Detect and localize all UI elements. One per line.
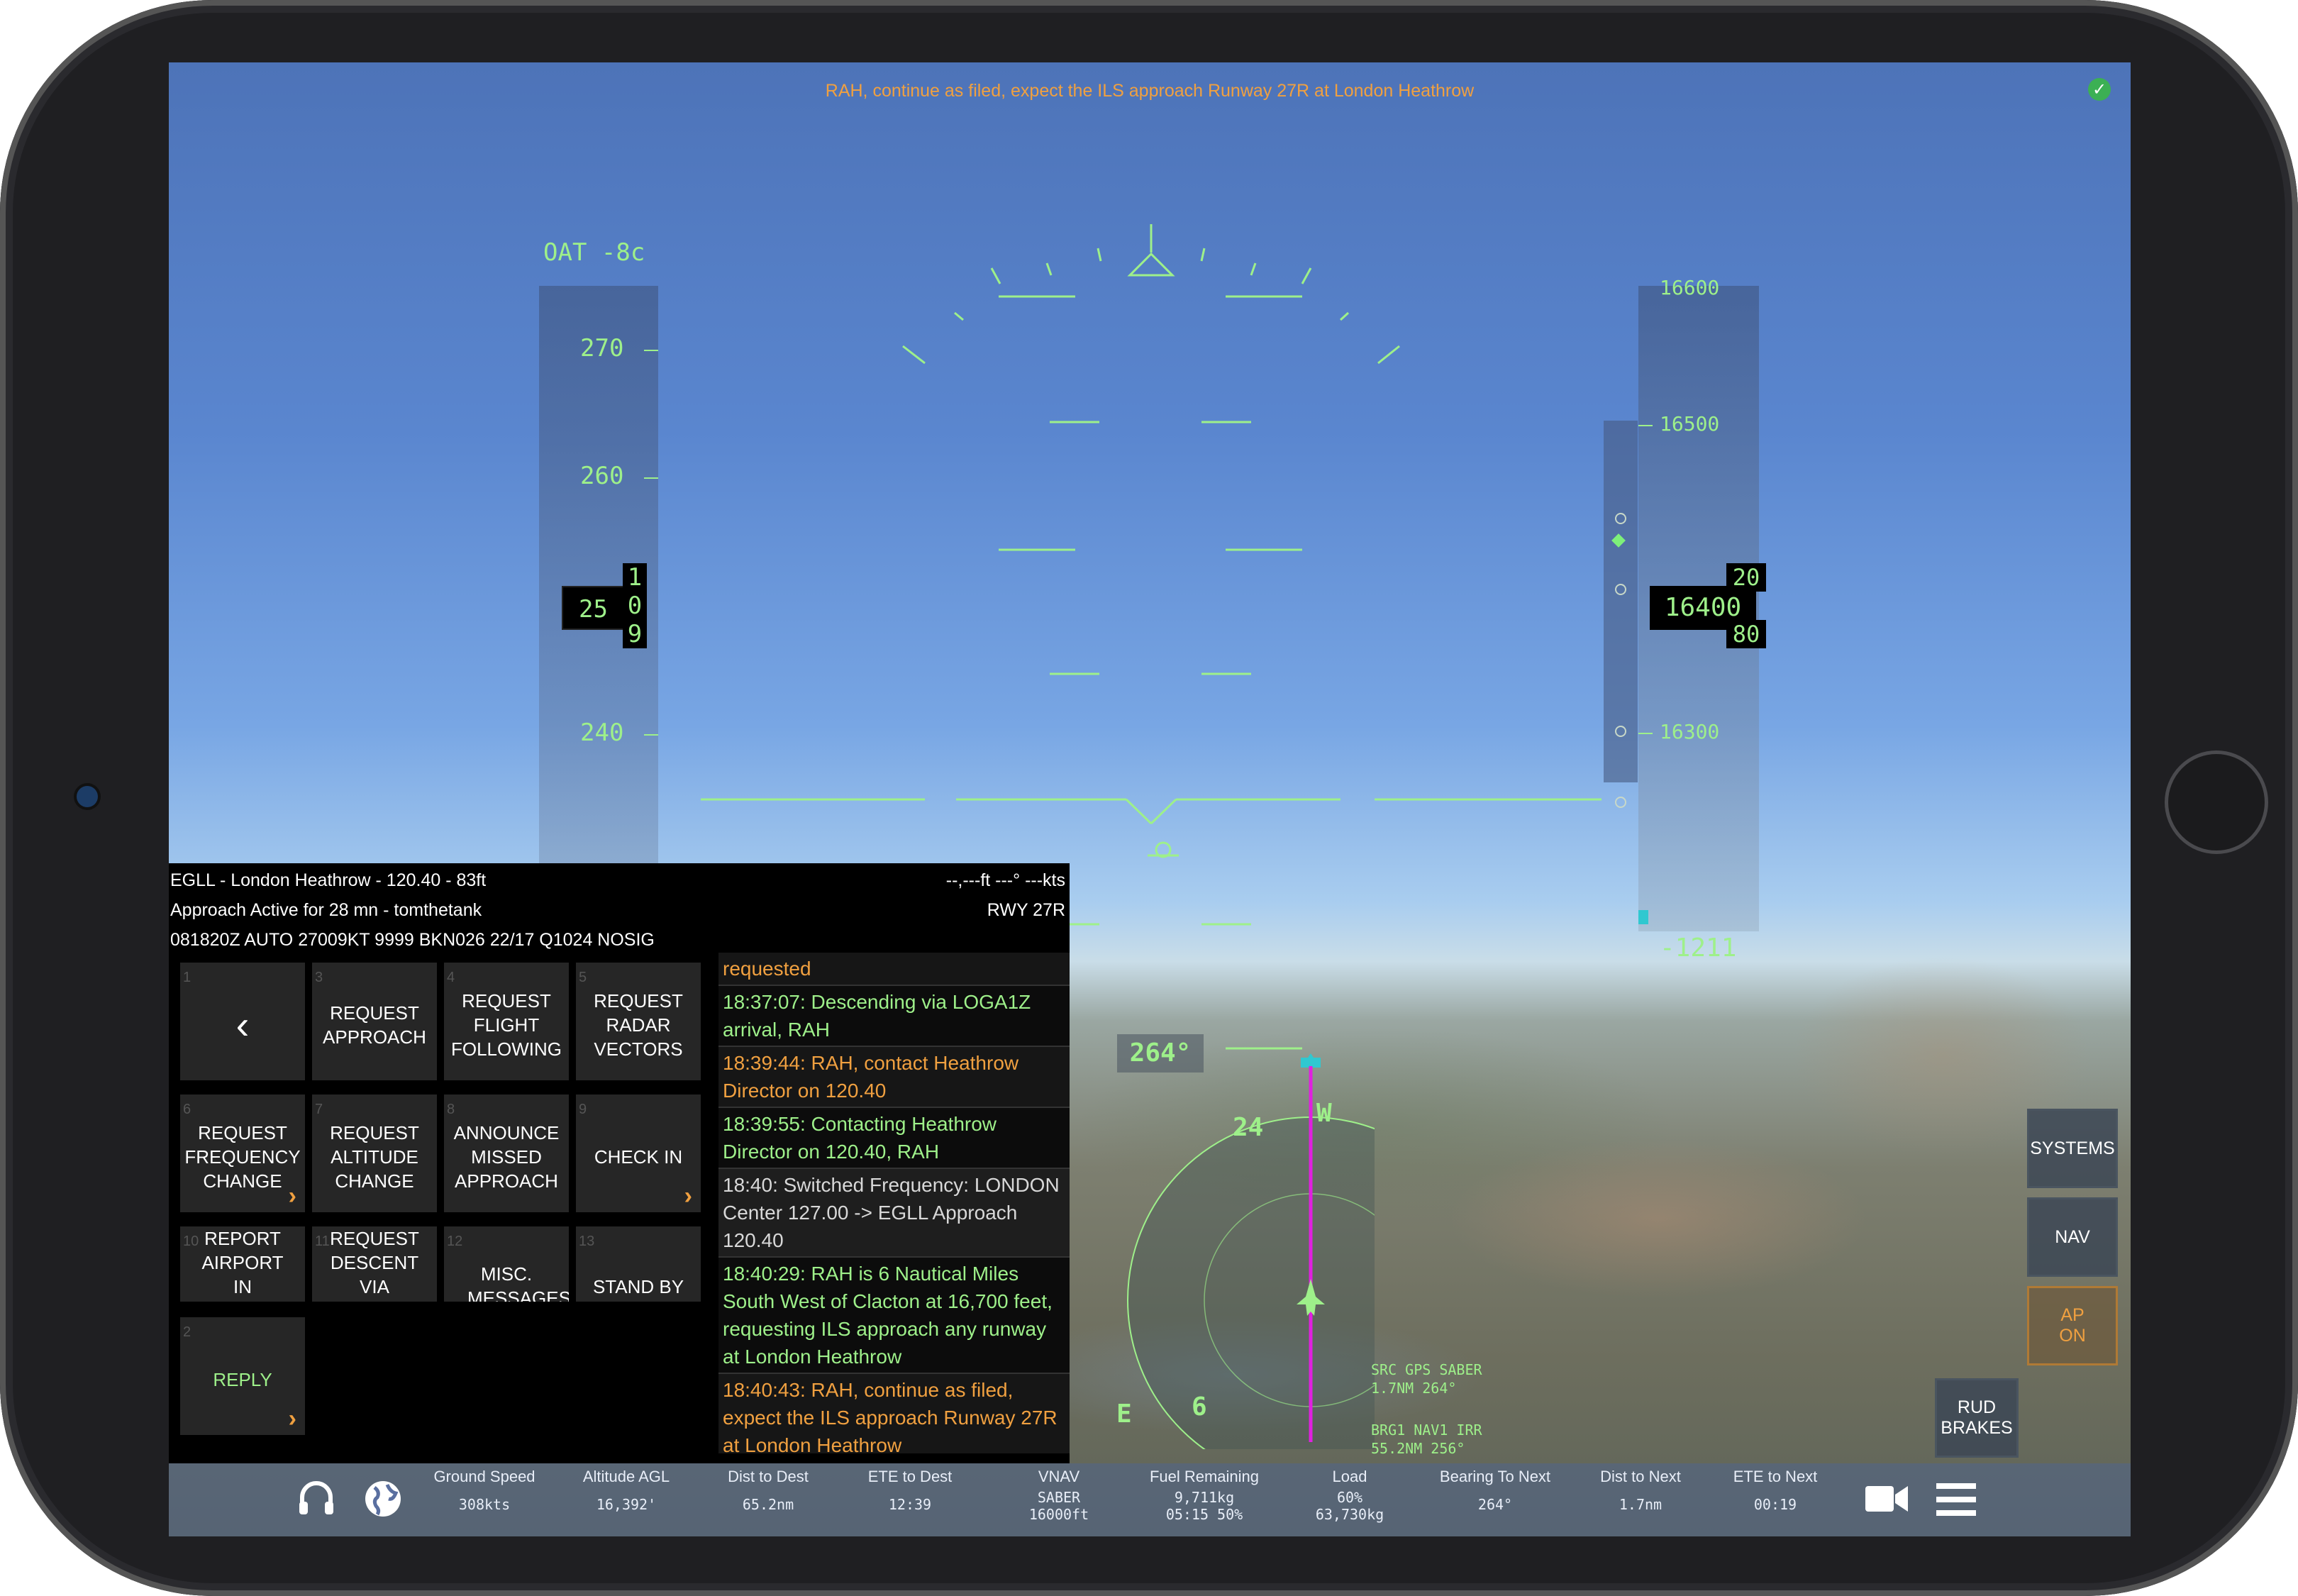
front-camera bbox=[77, 786, 98, 807]
atc-metar: 081820Z AUTO 27009KT 9999 BKN026 22/17 Q… bbox=[170, 930, 655, 950]
speed-label: 240 bbox=[580, 719, 624, 747]
camera-icon[interactable] bbox=[1864, 1482, 1909, 1516]
svg-text:24: 24 bbox=[1233, 1113, 1263, 1142]
altitude-label: 16500 bbox=[1660, 412, 1720, 436]
vertical-speed-readout: -1211 bbox=[1660, 933, 1737, 963]
reply-button[interactable]: 2 REPLY › bbox=[180, 1317, 305, 1435]
systems-button[interactable]: SYSTEMS bbox=[2027, 1109, 2118, 1188]
log-entry: 18:40:43: RAH, continue as filed, expect… bbox=[718, 1374, 1070, 1453]
atc-readout: --,---ft ---° ---kts bbox=[945, 870, 1065, 890]
vnav-stat: VNAV SABER 16000ft bbox=[1028, 1468, 1089, 1523]
fuel-remaining-stat: Fuel Remaining 9,711kg 05:15 50% bbox=[1149, 1468, 1260, 1523]
request-radar-vectors-button[interactable]: 5 REQUEST RADAR VECTORS bbox=[576, 963, 701, 1080]
atc-message-log[interactable]: requested 18:37:07: Descending via LOGA1… bbox=[718, 953, 1070, 1453]
altitude-roller: 20 80 bbox=[1726, 563, 1766, 648]
log-entry: 18:37:07: Descending via LOGA1Z arrival,… bbox=[718, 986, 1070, 1047]
log-entry: 18:39:44: RAH, contact Heathrow Director… bbox=[718, 1047, 1070, 1108]
headset-icon[interactable] bbox=[295, 1478, 338, 1520]
globe-icon[interactable] bbox=[362, 1478, 404, 1520]
announce-missed-approach-button[interactable]: 8 ANNOUNCE MISSED APPROACH bbox=[444, 1095, 569, 1212]
request-altitude-change-button[interactable]: 7 REQUEST ALTITUDE CHANGE bbox=[312, 1095, 437, 1212]
compass-label: 6 bbox=[1192, 1392, 1207, 1422]
compass-label: E bbox=[1116, 1400, 1132, 1429]
altitude-bug bbox=[1638, 910, 1648, 924]
request-approach-button[interactable]: 3 REQUEST APPROACH bbox=[312, 963, 437, 1080]
oat-readout: OAT -8c bbox=[543, 238, 645, 267]
altitude-label: 16300 bbox=[1660, 720, 1720, 743]
flight-sim-screen: RAH, continue as filed, expect the ILS a… bbox=[169, 62, 2131, 1536]
atc-station: EGLL - London Heathrow - 120.40 - 83ft bbox=[170, 870, 487, 890]
dist-to-next-stat: Dist to Next 1.7nm bbox=[1600, 1468, 1681, 1513]
stand-by-button[interactable]: 13 STAND BY bbox=[576, 1226, 701, 1302]
brg-nav-info: BRG1 NAV1 IRR 55.2NM 256° bbox=[1371, 1422, 1482, 1457]
ete-to-next-stat: ETE to Next 00:19 bbox=[1733, 1468, 1818, 1513]
ete-to-dest-stat: ETE to Dest 12:39 bbox=[867, 1468, 953, 1513]
altitude-label: 16600 bbox=[1660, 276, 1720, 299]
nav-button[interactable]: NAV bbox=[2027, 1197, 2118, 1277]
speed-label: 270 bbox=[580, 334, 624, 362]
check-in-button[interactable]: 9 CHECK IN › bbox=[576, 1095, 701, 1212]
log-entry: 18:40: Switched Frequency: LONDON Center… bbox=[718, 1169, 1070, 1258]
log-entry: 18:39:55: Contacting Heathrow Director o… bbox=[718, 1108, 1070, 1169]
request-descent-via-button[interactable]: 11 REQUEST DESCENT VIA bbox=[312, 1226, 437, 1302]
compass-rose: 24 W 30 33 N 3 bbox=[1127, 1053, 1375, 1449]
airspeed-roller: 109 bbox=[623, 563, 647, 648]
autopilot-button[interactable]: AP ON bbox=[2027, 1286, 2118, 1365]
svg-text:W: W bbox=[1316, 1099, 1332, 1128]
misc-messages-button[interactable]: 12 MISC. MESSAGES bbox=[444, 1226, 569, 1302]
home-button[interactable] bbox=[2165, 750, 2268, 854]
request-frequency-change-button[interactable]: 6 REQUEST FREQUENCY CHANGE › bbox=[180, 1095, 305, 1212]
dist-to-dest-stat: Dist to Dest 65.2nm bbox=[728, 1468, 809, 1513]
report-airport-in-button[interactable]: 10 REPORT AIRPORT IN bbox=[180, 1226, 305, 1302]
rudder-brakes-button[interactable]: RUD BRAKES bbox=[1935, 1378, 2019, 1458]
log-entry: requested bbox=[718, 953, 1070, 986]
menu-icon[interactable] bbox=[1935, 1482, 1977, 1517]
bottom-status-bar: Ground Speed 308kts Altitude AGL 16,392' D… bbox=[169, 1463, 2131, 1536]
bearing-to-next-stat: Bearing To Next 264° bbox=[1439, 1468, 1551, 1513]
load-stat: Load 60% 63,730kg bbox=[1315, 1468, 1384, 1523]
atc-back-button[interactable]: 1 ‹ bbox=[180, 963, 305, 1080]
atc-runway: RWY 27R bbox=[987, 900, 1065, 920]
atc-status: Approach Active for 28 mn - tomthetank bbox=[170, 900, 482, 920]
request-flight-following-button[interactable]: 4 REQUEST FLIGHT FOLLOWING bbox=[444, 963, 569, 1080]
src-nav-info: SRC GPS SABER 1.7NM 264° bbox=[1371, 1361, 1482, 1397]
ground-speed-stat: Ground Speed 308kts bbox=[433, 1468, 535, 1513]
altitude-agl-stat: Altitude AGL 16,392' bbox=[582, 1468, 670, 1513]
speed-label: 260 bbox=[580, 462, 624, 490]
log-entry: 18:40:29: RAH is 6 Nautical Miles South … bbox=[718, 1258, 1070, 1374]
tablet-frame: RAH, continue as filed, expect the ILS a… bbox=[0, 0, 2298, 1596]
vertical-speed-strip bbox=[1604, 421, 1638, 808]
